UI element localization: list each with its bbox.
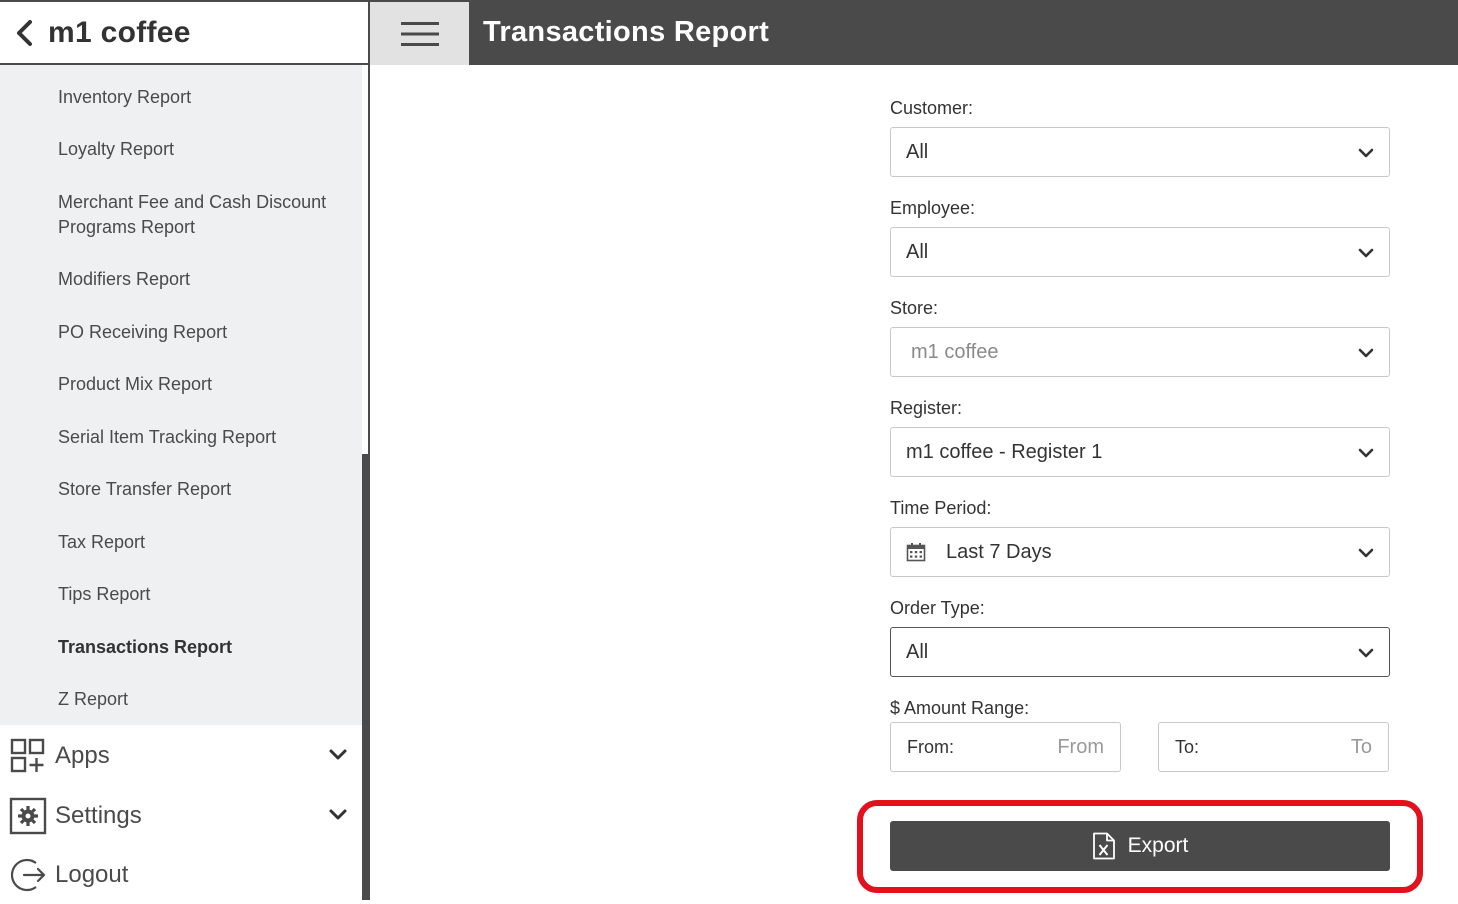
logout-label: Logout	[55, 861, 129, 888]
register-select[interactable]: m1 coffee - Register 1	[890, 427, 1390, 477]
order-type-select[interactable]: All	[890, 627, 1390, 677]
sidebar-item-transactions-report[interactable]: Transactions Report	[58, 635, 348, 660]
hamburger-icon	[400, 21, 439, 46]
store-select[interactable]: m1 coffee	[890, 327, 1390, 377]
apps-label: Apps	[55, 742, 110, 769]
customer-select[interactable]: All	[890, 127, 1390, 177]
top-bar: Transactions Report	[370, 0, 1458, 65]
page-title: Transactions Report	[483, 16, 770, 48]
sidebar-item-settings[interactable]: Settings	[0, 787, 362, 845]
sidebar-item-tips-report[interactable]: Tips Report	[58, 582, 348, 607]
sidebar-item-merchant-fee-report[interactable]: Merchant Fee and Cash Discount Programs …	[58, 190, 348, 240]
excel-file-icon	[1092, 832, 1115, 860]
customer-value: All	[906, 140, 929, 163]
logout-icon	[4, 851, 52, 899]
store-value: m1 coffee	[911, 340, 999, 363]
sidebar-item-logout[interactable]: Logout	[0, 846, 362, 904]
employee-value: All	[906, 240, 929, 263]
amount-from-label: From:	[907, 736, 954, 757]
settings-label: Settings	[55, 802, 142, 829]
customer-label: Customer:	[890, 98, 974, 118]
sidebar: m1 coffee Inventory Report Loyalty Repor…	[0, 0, 370, 900]
sidebar-item-loyalty-report[interactable]: Loyalty Report	[58, 137, 348, 162]
sidebar-item-z-report[interactable]: Z Report	[58, 687, 348, 712]
chevron-down-icon	[1358, 548, 1374, 558]
chevron-down-icon	[1358, 448, 1374, 458]
time-period-label: Time Period:	[890, 498, 992, 518]
chevron-down-icon	[1358, 348, 1374, 358]
register-value: m1 coffee - Register 1	[906, 440, 1103, 463]
chevron-down-icon	[1358, 648, 1374, 658]
time-period-select[interactable]: Last 7 Days	[890, 527, 1390, 577]
time-period-value: Last 7 Days	[946, 540, 1052, 563]
order-type-label: Order Type:	[890, 598, 985, 618]
order-type-value: All	[906, 640, 929, 663]
sidebar-item-product-mix-report[interactable]: Product Mix Report	[58, 372, 348, 397]
employee-label: Employee:	[890, 198, 976, 218]
sidebar-item-store-transfer-report[interactable]: Store Transfer Report	[58, 477, 348, 502]
chevron-down-icon	[1358, 248, 1374, 258]
register-label: Register:	[890, 398, 963, 418]
settings-gear-icon	[4, 792, 52, 840]
employee-select[interactable]: All	[890, 227, 1390, 277]
apps-grid-icon	[4, 732, 52, 780]
amount-range-label: $ Amount Range:	[890, 698, 1030, 718]
chevron-down-icon	[1358, 148, 1374, 158]
brand-name: m1 coffee	[48, 15, 191, 49]
store-label: Store:	[890, 298, 939, 318]
sidebar-item-po-receiving-report[interactable]: PO Receiving Report	[58, 320, 348, 345]
chevron-down-icon	[329, 809, 347, 820]
report-list: Inventory Report Loyalty Report Merchant…	[0, 65, 362, 725]
chevron-down-icon	[329, 749, 347, 760]
sidebar-item-inventory-report[interactable]: Inventory Report	[58, 85, 348, 110]
sidebar-item-apps[interactable]: Apps	[0, 727, 362, 785]
hamburger-menu-button[interactable]	[370, 2, 469, 65]
sidebar-scrollbar-thumb[interactable]	[362, 454, 368, 900]
amount-to-input[interactable]	[1199, 735, 1372, 759]
export-button[interactable]: Export	[890, 821, 1390, 871]
amount-to-field[interactable]: To:	[1158, 722, 1389, 772]
amount-from-field[interactable]: From:	[890, 722, 1121, 772]
sidebar-item-tax-report[interactable]: Tax Report	[58, 530, 348, 555]
calendar-icon	[906, 542, 926, 562]
export-label: Export	[1127, 834, 1189, 857]
back-arrow-icon[interactable]	[0, 1, 48, 64]
sidebar-header: m1 coffee	[0, 0, 368, 65]
sidebar-item-serial-item-tracking-report[interactable]: Serial Item Tracking Report	[58, 425, 348, 450]
sidebar-item-modifiers-report[interactable]: Modifiers Report	[58, 267, 348, 292]
amount-from-input[interactable]	[954, 735, 1104, 759]
amount-to-label: To:	[1175, 736, 1200, 757]
